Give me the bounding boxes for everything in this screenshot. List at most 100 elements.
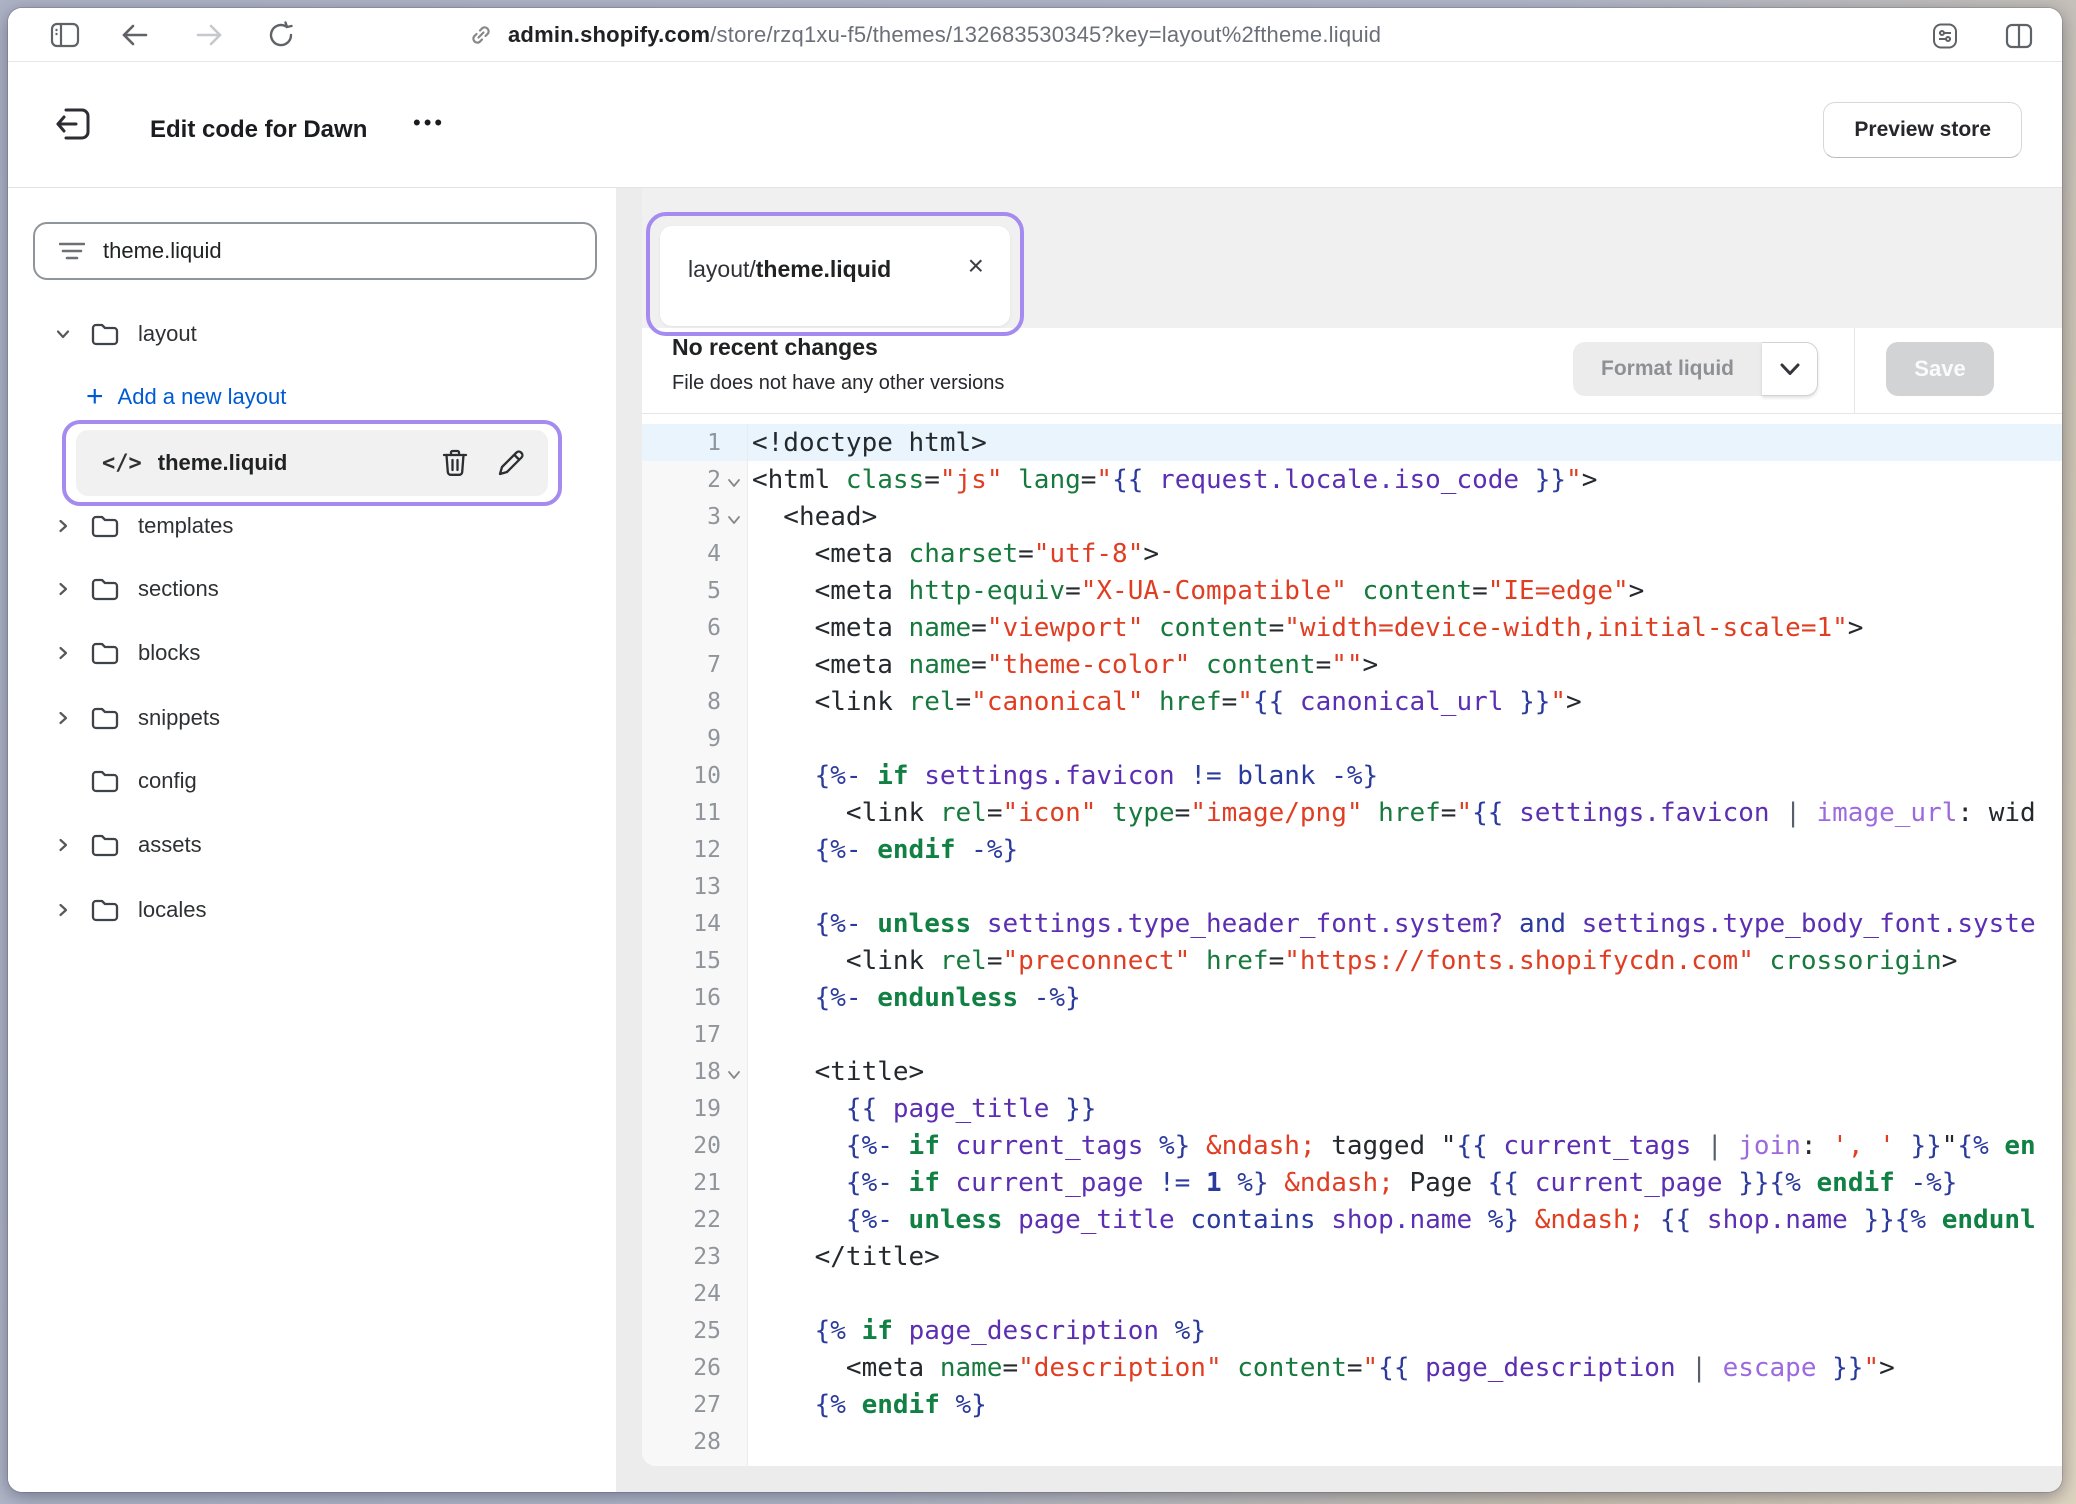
file-search-input[interactable]: theme.liquid	[33, 222, 597, 280]
chevron-right-icon[interactable]	[54, 836, 74, 854]
code-line-text	[748, 1423, 2062, 1460]
code-line-12[interactable]: 12 {%- endif -%}	[642, 831, 2062, 868]
gutter-line-number: 27	[642, 1386, 748, 1423]
sidebar-item-assets[interactable]: assets	[8, 813, 616, 877]
code-editor[interactable]: 1<!doctype html>2<html class="js" lang="…	[642, 414, 2062, 1466]
code-line-14[interactable]: 14 {%- unless settings.type_header_font.…	[642, 905, 2062, 942]
code-line-6[interactable]: 6 <meta name="viewport" content="width=d…	[642, 609, 2062, 646]
code-line-24[interactable]: 24	[642, 1275, 2062, 1312]
rename-file-icon[interactable]	[496, 448, 526, 478]
code-line-25[interactable]: 25 {% if page_description %}	[642, 1312, 2062, 1349]
delete-file-icon[interactable]	[440, 448, 470, 478]
chevron-right-icon[interactable]	[54, 644, 74, 662]
sidebar-item-theme-liquid[interactable]: </>theme.liquid	[76, 430, 548, 496]
code-line-text: {%- unless settings.type_header_font.sys…	[748, 905, 2062, 942]
code-line-10[interactable]: 10 {%- if settings.favicon != blank -%}	[642, 757, 2062, 794]
file-name-label: theme.liquid	[158, 450, 288, 476]
sidebar-item-layout[interactable]: layout	[8, 302, 616, 366]
preview-store-button[interactable]: Preview store	[1823, 102, 2022, 158]
code-line-text: {%- if settings.favicon != blank -%}	[748, 757, 2062, 794]
fold-spacer	[721, 979, 747, 1016]
sidebar-item-config[interactable]: config	[8, 749, 616, 813]
fold-chevron-icon[interactable]	[721, 461, 747, 498]
line-number: 23	[693, 1244, 721, 1270]
code-line-8[interactable]: 8 <link rel="canonical" href="{{ canonic…	[642, 683, 2062, 720]
sidebar-item-snippets[interactable]: snippets	[8, 686, 616, 750]
code-line-2[interactable]: 2<html class="js" lang="{{ request.local…	[642, 461, 2062, 498]
code-line-20[interactable]: 20 {%- if current_tags %} &ndash; tagged…	[642, 1127, 2062, 1164]
code-line-text	[748, 1016, 2062, 1053]
chevron-right-icon[interactable]	[54, 901, 74, 919]
folder-name-label: config	[138, 768, 197, 794]
format-liquid-button[interactable]: Format liquid	[1573, 342, 1818, 396]
line-number: 22	[693, 1207, 721, 1233]
code-line-4[interactable]: 4 <meta charset="utf-8">	[642, 535, 2062, 572]
chevron-down-icon[interactable]	[54, 325, 74, 343]
gutter-line-number: 20	[642, 1127, 748, 1164]
gutter-line-number: 7	[642, 646, 748, 683]
code-line-17[interactable]: 17	[642, 1016, 2062, 1053]
fold-spacer	[721, 572, 747, 609]
gutter-line-number: 17	[642, 1016, 748, 1053]
code-line-27[interactable]: 27 {% endif %}	[642, 1386, 2062, 1423]
code-line-3[interactable]: 3 <head>	[642, 498, 2062, 535]
code-line-9[interactable]: 9	[642, 720, 2062, 757]
code-line-13[interactable]: 13	[642, 868, 2062, 905]
code-line-26[interactable]: 26 <meta name="description" content="{{ …	[642, 1349, 2062, 1386]
code-line-28[interactable]: 28	[642, 1423, 2062, 1460]
folder-icon	[90, 768, 120, 794]
code-line-1[interactable]: 1<!doctype html>	[642, 424, 2062, 461]
save-button[interactable]: Save	[1886, 342, 1994, 396]
browser-reload-icon[interactable]	[266, 21, 296, 49]
gutter-line-number: 19	[642, 1090, 748, 1127]
code-line-5[interactable]: 5 <meta http-equiv="X-UA-Compatible" con…	[642, 572, 2062, 609]
fold-spacer	[721, 1201, 747, 1238]
code-line-16[interactable]: 16 {%- endunless -%}	[642, 979, 2062, 1016]
fold-spacer	[721, 1090, 747, 1127]
editor-header: No recent changes File does not have any…	[642, 328, 2062, 414]
url-path: /store/rzq1xu-f5/themes/132683530345?key…	[710, 22, 1381, 47]
code-line-19[interactable]: 19 {{ page_title }}	[642, 1090, 2062, 1127]
chevron-right-icon[interactable]	[54, 517, 74, 535]
address-bar[interactable]: admin.shopify.com/store/rzq1xu-f5/themes…	[468, 20, 1381, 50]
folder-name-label: templates	[138, 513, 233, 539]
code-line-21[interactable]: 21 {%- if current_page != 1 %} &ndash; P…	[642, 1164, 2062, 1201]
overflow-menu-icon[interactable]: •••	[413, 110, 445, 136]
folder-name-label: assets	[138, 832, 202, 858]
code-line-text: <link rel="icon" type="image/png" href="…	[748, 794, 2062, 831]
code-line-text: <html class="js" lang="{{ request.locale…	[748, 461, 2062, 498]
code-line-15[interactable]: 15 <link rel="preconnect" href="https://…	[642, 942, 2062, 979]
code-line-7[interactable]: 7 <meta name="theme-color" content="">	[642, 646, 2062, 683]
code-line-18[interactable]: 18 <title>	[642, 1053, 2062, 1090]
gutter-line-number: 12	[642, 831, 748, 868]
sidebar-item-blocks[interactable]: blocks	[8, 621, 616, 685]
exit-editor-icon[interactable]	[52, 102, 96, 146]
sidebar-item-templates[interactable]: templates	[8, 494, 616, 558]
chevron-right-icon[interactable]	[54, 580, 74, 598]
browser-settings-icon[interactable]	[1930, 22, 1960, 50]
gutter-line-number: 28	[642, 1423, 748, 1460]
gutter-line-number: 13	[642, 868, 748, 905]
fold-chevron-icon[interactable]	[721, 498, 747, 535]
chevron-right-icon[interactable]	[54, 709, 74, 727]
code-line-11[interactable]: 11 <link rel="icon" type="image/png" hre…	[642, 794, 2062, 831]
sidebar-item-sections[interactable]: sections	[8, 557, 616, 621]
gutter-line-number: 6	[642, 609, 748, 646]
browser-toolbar: admin.shopify.com/store/rzq1xu-f5/themes…	[8, 8, 2062, 62]
format-dropdown-chevron-icon[interactable]	[1762, 342, 1818, 396]
fold-chevron-icon[interactable]	[721, 1053, 747, 1090]
code-line-29[interactable]: 29 {% render 'meta-tags' %}	[642, 1460, 2062, 1466]
browser-split-view-icon[interactable]	[2004, 22, 2034, 50]
code-line-23[interactable]: 23 </title>	[642, 1238, 2062, 1275]
browser-sidebar-toggle-icon[interactable]	[50, 21, 80, 49]
sidebar-item-locales[interactable]: locales	[8, 878, 616, 942]
filter-icon	[59, 241, 85, 261]
fold-spacer	[721, 757, 747, 794]
browser-back-icon[interactable]	[120, 21, 150, 49]
line-number: 21	[693, 1170, 721, 1196]
browser-forward-icon[interactable]	[194, 21, 224, 49]
link-icon	[468, 22, 494, 48]
code-line-text: {%- if current_page != 1 %} &ndash; Page…	[748, 1164, 2062, 1201]
code-line-22[interactable]: 22 {%- unless page_title contains shop.n…	[642, 1201, 2062, 1238]
fold-spacer	[721, 942, 747, 979]
